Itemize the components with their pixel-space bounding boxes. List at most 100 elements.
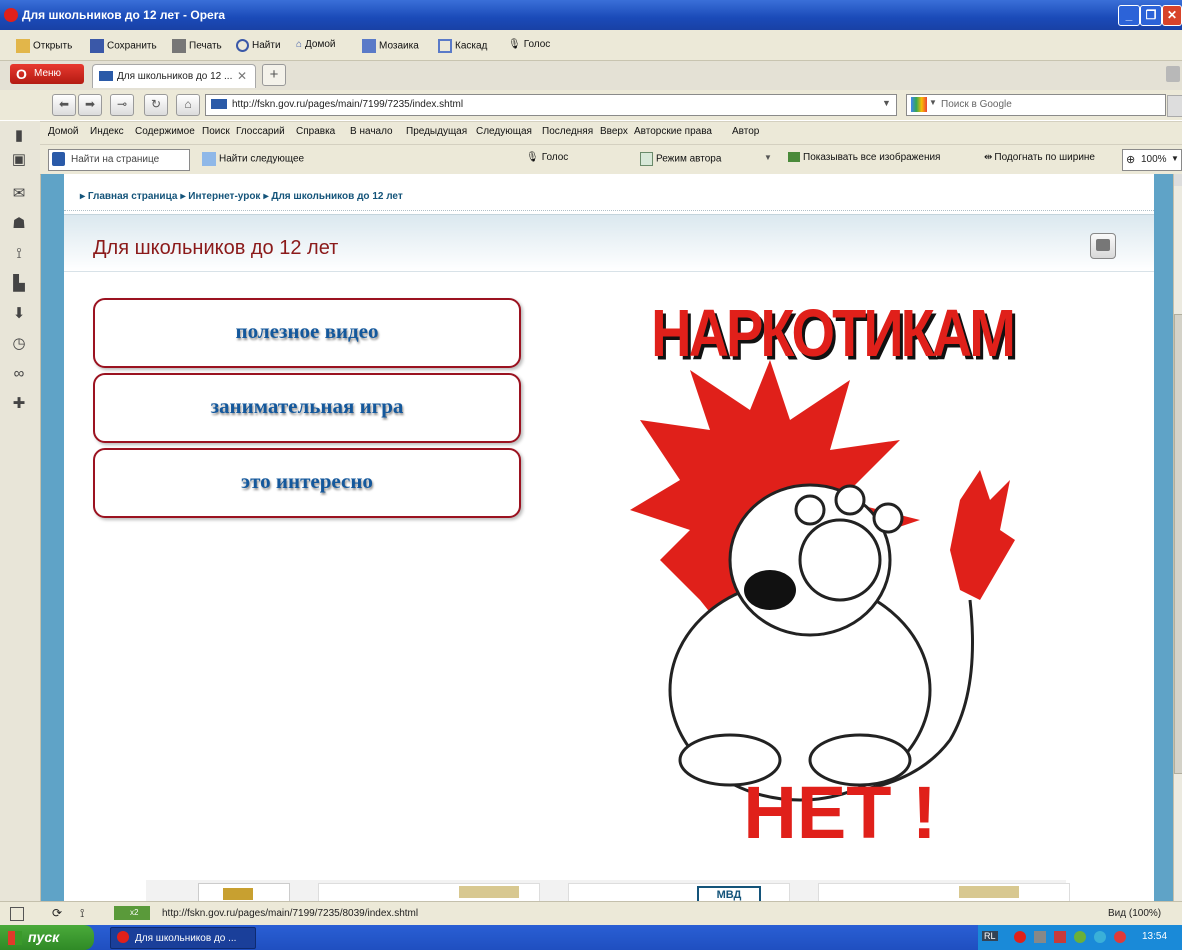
forward-button[interactable]: ➡ [78,94,102,116]
nav-up[interactable]: Вверх [600,126,628,137]
nav-top[interactable]: В начало [350,126,393,137]
nav-index[interactable]: Индекс [90,126,124,137]
scroll-up-icon[interactable] [1174,174,1182,186]
nav-search[interactable]: Поиск [202,126,230,137]
links-icon[interactable]: ∞ [10,365,28,383]
task-label: Для школьников до ... [135,933,237,944]
tray-app-icon[interactable] [1074,931,1086,943]
nav-glossary[interactable]: Глоссарий [236,126,285,137]
home-nav-button[interactable]: ⌂ [176,94,200,116]
title-bar: Для школьников до 12 лет - Opera _ ❐ ✕ [0,0,1182,30]
bookmarks-icon[interactable]: ▮ [10,127,28,145]
history-icon[interactable]: ◷ [10,335,28,353]
opera-menu-button[interactable]: O Меню [10,64,84,84]
language-indicator[interactable]: RL [982,931,998,941]
find-button[interactable]: Найти [236,39,281,52]
trash-icon[interactable] [1166,66,1180,82]
new-tab-button[interactable]: + [262,64,286,86]
site-favicon-icon [211,99,227,109]
close-button[interactable]: ✕ [1162,5,1182,26]
save-button[interactable]: Сохранить [90,39,157,53]
maximize-button[interactable]: ❐ [1140,5,1162,26]
tab-close-icon[interactable]: ✕ [237,69,247,83]
breadcrumb-home[interactable]: Главная страница [88,191,178,202]
print-page-button[interactable] [1090,233,1116,259]
tray-app-icon[interactable] [1094,931,1106,943]
nav-contents[interactable]: Содержимое [135,126,195,137]
nav-next[interactable]: Следующая [476,126,532,137]
useful-video-button[interactable]: полезное видео [93,298,521,368]
nav-author[interactable]: Автор [732,126,759,137]
reload-button[interactable]: ↻ [144,94,168,116]
voice-find-button[interactable]: 🎙 Голос [526,152,568,163]
back-button[interactable]: ⬅ [52,94,76,116]
printer-icon [1096,239,1110,251]
contacts-icon[interactable]: ☗ [10,215,28,233]
scroll-thumb[interactable] [1174,314,1182,774]
eagle-emblem-icon [959,886,1019,898]
sync-icon[interactable]: ⟳ [52,906,62,920]
breadcrumb-lesson[interactable]: Интернет-урок [188,191,260,202]
nav-help[interactable]: Справка [296,126,335,137]
add-panel-icon[interactable]: ✚ [10,395,28,413]
vertical-scrollbar[interactable] [1173,174,1182,901]
fun-game-button[interactable]: занимательная игра [93,373,521,443]
tab-count-badge[interactable]: x2 [114,906,150,920]
find-next-button[interactable]: Найти следующее [202,152,304,166]
address-input[interactable]: http://fskn.gov.ru/pages/main/7199/7235/… [205,94,897,116]
banner-left[interactable] [198,883,290,903]
widgets-icon[interactable]: ▣ [10,151,28,169]
open-button[interactable]: Открыть [16,39,72,53]
tray-network-icon[interactable] [1034,931,1046,943]
tab-active[interactable]: Для школьников до 12 ... ✕ [92,64,256,88]
author-mode-button[interactable]: Режим автора [640,152,721,166]
engine-dropdown-icon[interactable]: ▼ [929,98,937,107]
history-dropdown-icon[interactable]: ▼ [882,98,891,108]
nav-home[interactable]: Домой [48,126,78,137]
feeds-icon[interactable]: ⟟ [10,245,28,263]
lion-finger [872,502,904,534]
status-zoom[interactable]: Вид (100%) [1108,908,1161,919]
tab-count: x2 [130,908,139,917]
toolbar: Открыть Сохранить Печать Найти ⌂ Домой Мо… [0,30,1182,61]
breadcrumb-current[interactable]: Для школьников до 12 лет [271,191,402,202]
show-images-button[interactable]: Показывать все изображения [788,152,940,163]
mail-icon[interactable]: ✉ [10,185,28,203]
unite-icon[interactable]: ⟟ [80,906,84,921]
key-icon[interactable]: ⊸ [110,94,134,116]
tray-opera-icon[interactable] [1014,931,1026,943]
cascade-icon [438,39,452,53]
panel-toggle-icon[interactable] [10,907,24,921]
minimize-button[interactable]: _ [1118,5,1140,26]
tray-app-icon[interactable] [1114,931,1126,943]
nav-previous[interactable]: Предыдущая [406,126,467,137]
tray-shield-icon[interactable] [1054,931,1066,943]
banner-4[interactable] [818,883,1070,903]
find-input[interactable]: Найти на странице [48,149,190,171]
fit-width-button[interactable]: ⇹ Подогнать по ширине [984,152,1095,163]
print-button[interactable]: Печать [172,39,222,53]
poster-bottom-text: НЕТ ! [743,771,937,854]
downloads-icon[interactable]: ⬇ [10,305,28,323]
cascade-button[interactable]: Каскад [438,39,487,53]
home-label: Домой [305,39,336,50]
notes-icon[interactable]: ▙ [10,275,28,293]
lion-paw [798,518,882,602]
voice-find-label: Голос [541,152,569,163]
author-dropdown-icon[interactable]: ▼ [764,153,772,162]
nav-last[interactable]: Последняя [542,126,593,137]
nav-copyright[interactable]: Авторские права [634,126,712,137]
start-button[interactable]: пуск [0,925,94,950]
search-input[interactable]: ▼ Поиск в Google [906,94,1166,116]
search-go-icon[interactable] [1167,95,1182,117]
voice-button[interactable]: 🎙 Голос [508,39,550,50]
home-button[interactable]: ⌂ Домой [296,39,336,50]
tile-button[interactable]: Мозаика [362,39,419,53]
lion-finger [834,484,866,516]
taskbar-task[interactable]: Для школьников до ... [110,927,256,949]
banner-2[interactable] [318,883,540,903]
banner-3[interactable]: МВД [568,883,790,903]
zoom-select[interactable]: ⊕ 100% ▼ [1122,149,1182,171]
tab-title: Для школьников до 12 ... [117,71,233,82]
interesting-button[interactable]: это интересно [93,448,521,518]
